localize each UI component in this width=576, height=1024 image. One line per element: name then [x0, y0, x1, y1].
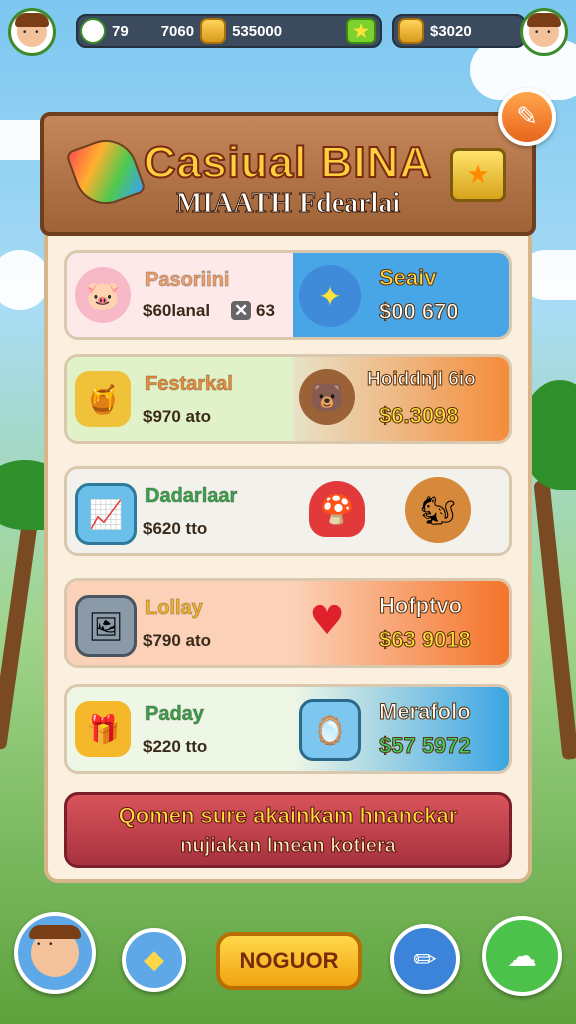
build-button[interactable]: ◆: [122, 928, 186, 992]
row-value: $970 ato: [143, 407, 212, 426]
row-left: 🖼 Lollay $790 ato: [67, 581, 299, 665]
plates-icon: ✦: [299, 265, 361, 327]
stat-gems: 7060: [160, 22, 195, 40]
row-label: Festarkal: [145, 373, 234, 396]
coin-icon: [200, 18, 227, 44]
stat-coins: 535000: [232, 22, 283, 40]
cloud: [0, 250, 50, 310]
promo-banner[interactable]: Qomen sure akainkam hnanckar nujiakan lm…: [64, 792, 512, 868]
row-value: $220 tto: [143, 737, 208, 756]
tool-button[interactable]: ✏: [390, 924, 460, 994]
title-sign: Casiual BINA MIAATH Fdearlai ★: [40, 112, 536, 236]
mirror-icon: 🪞: [299, 699, 361, 761]
row-right: ✦ Seaiv $00 670: [293, 253, 509, 337]
row-left: 🎁 Paday $220 tto: [67, 687, 299, 771]
list-item[interactable]: 🎁 Paday $220 tto 🪞 Merafolo $57 5972: [64, 684, 512, 774]
player-avatar[interactable]: [8, 8, 56, 56]
list-item[interactable]: 🖼 Lollay $790 ato ♥ Hofptvo $63 9018: [64, 578, 512, 668]
pig-icon: 🐷: [75, 267, 131, 323]
row-label: Dadarlaar: [144, 485, 238, 508]
list-item[interactable]: 🐷 Pasoriini $60lanal ✕ 63 ✦ Seaiv $00 67…: [64, 250, 512, 340]
mini-avatar: [80, 18, 106, 44]
row-left: 🐷 Pasoriini $60lanal ✕ 63: [67, 253, 299, 337]
row-right: 🪞 Merafolo $57 5972: [293, 687, 509, 771]
avatar-face-icon: [527, 13, 561, 47]
list-item[interactable]: 🍯 Festarkal $970 ato 🐻 Hoiddnjl 6io $6.3…: [64, 354, 512, 444]
stats-bar-right: $3020: [392, 14, 526, 48]
row-left: 🍯 Festarkal $970 ato: [67, 357, 299, 441]
row-value-extra: ✕ 63: [231, 301, 275, 321]
palm-tree: [0, 520, 38, 750]
tablet-icon: 🖼: [75, 595, 137, 657]
stats-bar-left: 79 7060 535000 ★: [76, 14, 382, 48]
chart-icon: 📈: [75, 483, 137, 545]
palm-tree: [533, 479, 576, 761]
chest-icon: [398, 18, 424, 44]
chat-button[interactable]: ☁: [482, 916, 562, 996]
row-right-label: Seaiv: [379, 265, 437, 291]
friend-avatar[interactable]: [520, 8, 568, 56]
row-right-value: $00 670: [379, 299, 460, 325]
row-right: 🍄 🐿: [293, 469, 509, 553]
row-right-value: $6.3098: [379, 403, 460, 429]
mushroom-icon: 🍄: [309, 481, 365, 537]
row-right-label: Hofptvo: [378, 593, 463, 619]
bear-icon: 🐻: [299, 369, 355, 425]
stat-cash: $3020: [430, 22, 472, 40]
row-extra-number: 63: [255, 301, 275, 320]
row-right: 🐻 Hoiddnjl 6io $6.3098: [293, 357, 509, 441]
list-item[interactable]: 📈 Dadarlaar $620 tto 🍄 🐿: [64, 466, 512, 556]
stat-level: 79: [112, 22, 129, 40]
avatar-face-icon: [15, 13, 49, 47]
main-action-button[interactable]: NOGUOR: [216, 932, 362, 990]
row-right-label: Hoiddnjl 6io: [367, 369, 477, 391]
top-hud: 79 7060 535000 ★ $3020: [8, 8, 568, 56]
row-value: $60lanal: [143, 301, 211, 320]
banner-line-1: Qomen sure akainkam hnanckar: [118, 803, 458, 829]
row-label: Pasoriini: [144, 269, 230, 292]
row-label: Paday: [145, 703, 205, 726]
row-value: $790 ato: [143, 631, 212, 650]
shopping-bag-icon: ★: [450, 148, 506, 202]
honey-icon: 🍯: [75, 371, 131, 427]
row-label: Lollay: [145, 597, 204, 620]
gift-icon: 🎁: [75, 701, 131, 757]
row-value: $620 tto: [143, 519, 208, 538]
row-right-value: $63 9018: [379, 627, 472, 653]
avatar-face-icon: [29, 925, 81, 977]
squirrel-icon: 🐿: [405, 477, 471, 543]
heart-balloon-icon: ♥: [309, 598, 345, 644]
row-left: 📈 Dadarlaar $620 tto: [67, 469, 299, 553]
star-icon[interactable]: ★: [346, 18, 376, 44]
row-right-value: $57 5972: [379, 733, 472, 759]
profile-button[interactable]: [14, 912, 96, 994]
row-right: ♥ Hofptvo $63 9018: [293, 581, 509, 665]
edit-button[interactable]: ✎: [498, 88, 556, 146]
row-right-label: Merafolo: [379, 699, 472, 725]
banner-line-2: nujiakan lmean kotiera: [180, 835, 397, 858]
